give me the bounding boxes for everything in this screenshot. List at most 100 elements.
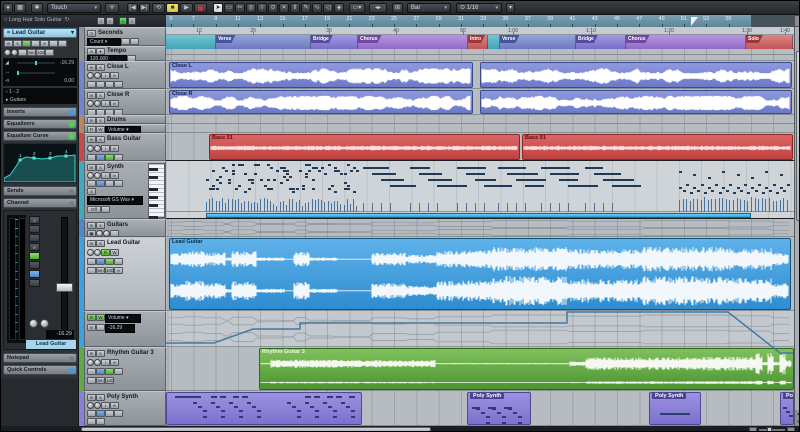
track-button[interactable] — [87, 258, 96, 265]
track-button[interactable]: 100 — [105, 377, 114, 384]
track-button[interactable]: R — [87, 126, 96, 133]
track-header-tempo[interactable]: a▾Tempo120.000 — [84, 46, 166, 61]
zoom-out-button[interactable] — [749, 427, 757, 432]
track-button[interactable] — [114, 410, 123, 417]
play-button[interactable]: ▶ — [180, 3, 193, 13]
track-button[interactable] — [96, 418, 105, 425]
track-button[interactable]: 100 — [105, 267, 114, 274]
track-button[interactable]: s — [96, 117, 105, 124]
track-knob[interactable] — [94, 249, 101, 256]
scroll-down-icon[interactable]: ▼ — [795, 418, 800, 426]
setup-gear-icon[interactable]: ✱ — [31, 3, 43, 13]
track-scale-button[interactable]: ≡ — [106, 17, 114, 25]
activate-project-button[interactable]: ● — [3, 3, 13, 13]
track-button[interactable]: i — [101, 145, 110, 152]
inserts-section-header[interactable]: Inserts — [3, 107, 77, 117]
eq-curve-display[interactable]: 1234 — [3, 143, 77, 183]
track-header-guitars[interactable]: msGuitars▣ — [84, 219, 166, 237]
track-button[interactable]: e — [110, 172, 119, 179]
channel-strip-button[interactable] — [29, 234, 40, 242]
snap-button[interactable]: ⊞ — [392, 3, 403, 13]
scroll-up-icon[interactable]: ▲ — [795, 410, 800, 418]
track-button[interactable] — [96, 154, 105, 161]
glue-tool[interactable]: ◎ — [246, 3, 256, 13]
split-tool[interactable]: ✂ — [235, 3, 245, 13]
track-button[interactable] — [114, 180, 123, 187]
track-button[interactable]: m — [87, 117, 96, 124]
track-header-synth[interactable]: msSynthie4Microsoft GS Wav ▾Off — [84, 161, 166, 219]
track-button[interactable] — [105, 81, 114, 88]
project-cursor-marker[interactable] — [691, 17, 698, 26]
track-button[interactable] — [87, 180, 96, 187]
track-header-poly-synth[interactable]: msPoly Synthie — [84, 391, 166, 426]
track-button[interactable] — [105, 180, 114, 187]
track-dropdown[interactable]: Volume ▾ — [105, 314, 141, 323]
track-header-rhythm-guitar-3[interactable]: msRhythm Guitar 3ie5m100 — [84, 347, 166, 391]
stop-button[interactable]: ■ — [166, 3, 179, 13]
vertical-scrollbar[interactable]: ▲ ▼ — [794, 27, 800, 426]
erase-tool[interactable]: ◊ — [257, 3, 267, 13]
track-knob[interactable] — [94, 145, 101, 152]
notepad-section-header[interactable]: Notepad — [3, 353, 77, 363]
track-button[interactable] — [96, 258, 105, 265]
track-button[interactable] — [110, 230, 119, 237]
inspector-track-title[interactable]: ≈ Lead Guitar▾ — [3, 28, 77, 38]
track-button[interactable] — [87, 418, 96, 425]
track-button[interactable]: s — [96, 222, 105, 229]
track-button[interactable]: e — [110, 402, 119, 409]
track-button[interactable]: m — [87, 394, 96, 401]
track-button[interactable] — [96, 410, 105, 417]
track-button[interactable] — [105, 368, 114, 375]
track-header-bass-guitar[interactable]: msBass Guitarie — [84, 133, 166, 161]
color-tool[interactable]: ◈ — [334, 3, 344, 13]
track-button[interactable]: m — [87, 64, 96, 71]
track-button[interactable]: m — [87, 136, 96, 143]
pan-row[interactable]: ↔ — [3, 68, 77, 77]
horizontal-scroll-thumb[interactable] — [81, 427, 431, 432]
quick-controls-section-header[interactable]: Quick Controls — [3, 365, 77, 375]
track-button[interactable]: i — [101, 359, 110, 366]
track-knob[interactable] — [94, 72, 101, 79]
nudge-palette[interactable]: ◂▸ — [369, 3, 387, 13]
line-tool[interactable]: ∿ — [312, 3, 322, 13]
track-button[interactable] — [87, 81, 96, 88]
track-button[interactable]: W — [96, 314, 105, 321]
track-button[interactable]: s — [96, 164, 105, 171]
track-button[interactable]: ▾ — [96, 48, 105, 55]
track-button[interactable] — [87, 377, 96, 384]
track-header-close-l[interactable]: msClose Lie — [84, 61, 166, 89]
track-button[interactable]: e — [110, 359, 119, 366]
cycle-icon[interactable]: ⟲ — [152, 3, 165, 13]
track-button[interactable]: R — [101, 249, 110, 256]
range-selection-tool[interactable]: ▭ — [224, 3, 234, 13]
track-button[interactable]: Off — [87, 206, 101, 213]
track-button[interactable] — [96, 368, 105, 375]
folder-row[interactable]: ▸ Guitars — [3, 96, 77, 104]
track-button[interactable]: e — [110, 100, 119, 107]
equalizer-curve-section-header[interactable]: Equalizer Curve — [3, 131, 77, 141]
track-button[interactable]: ▣ — [87, 230, 96, 237]
track-button[interactable] — [87, 368, 96, 375]
track-knob[interactable] — [87, 100, 94, 107]
object-selection-tool[interactable]: ➤ — [213, 3, 223, 13]
track-button[interactable]: i — [101, 402, 110, 409]
timewarp-tool[interactable]: ‖ — [290, 3, 300, 13]
event-display-area[interactable]: 10203040501:001:101:201:301:40VerseBridg… — [166, 27, 794, 426]
track-header-drums[interactable]: msDrums — [84, 115, 166, 124]
track-button[interactable] — [87, 267, 96, 274]
channel-strip-button[interactable] — [29, 225, 40, 233]
autoscroll-button[interactable]: ▭▾ — [349, 3, 365, 13]
track-knob[interactable] — [94, 172, 101, 179]
track-header-volume[interactable]: RWVolume ▾ — [84, 124, 166, 133]
bar-ruler[interactable]: 5791113151719212325272931333537394143454… — [166, 15, 794, 27]
toolbar-options-arrow-icon[interactable]: ▾ — [506, 3, 515, 13]
track-button[interactable] — [96, 180, 105, 187]
track-button[interactable] — [105, 154, 114, 161]
track-button[interactable]: m — [87, 92, 96, 99]
track-button[interactable]: s — [96, 240, 105, 247]
equalizers-section-header[interactable]: Equalizers — [3, 119, 77, 129]
channel-strip-button[interactable] — [29, 252, 40, 260]
track-knob[interactable] — [87, 172, 94, 179]
track-button[interactable]: s — [96, 64, 105, 71]
track-dropdown[interactable]: Microsoft GS Wav ▾ — [87, 196, 143, 205]
